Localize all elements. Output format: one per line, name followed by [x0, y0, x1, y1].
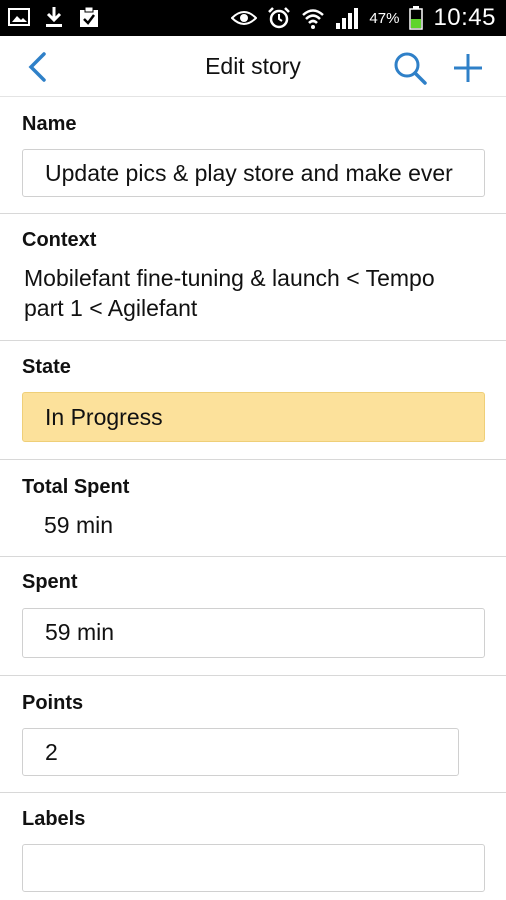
battery-icon — [409, 6, 424, 30]
search-button[interactable] — [392, 50, 428, 86]
status-bar: 47% 10:45 — [0, 0, 506, 36]
labels-label: Labels — [22, 808, 86, 830]
name-label: Name — [22, 113, 77, 135]
eye-icon — [231, 9, 258, 27]
state-label: State — [22, 356, 71, 378]
clipboard-check-icon — [78, 6, 100, 28]
spent-label: Spent — [22, 571, 78, 593]
gallery-icon — [8, 7, 30, 27]
action-bar: Edit story — [0, 36, 506, 97]
alarm-icon — [267, 6, 291, 30]
page-title: Edit story — [205, 53, 301, 79]
context-line-1: Mobilefant fine-tuning & launch < Tempo — [24, 265, 435, 291]
battery-percent: 47% — [369, 9, 400, 27]
total-spent-label: Total Spent — [22, 476, 130, 498]
search-icon — [394, 52, 427, 85]
context-label: Context — [22, 229, 97, 251]
state-selector[interactable]: In Progress — [22, 392, 485, 442]
name-section: Name Update pics & play store and make e… — [0, 97, 506, 214]
total-spent-value: 59 min — [44, 512, 114, 538]
wifi-icon — [301, 7, 325, 29]
context-section: Context Mobilefant fine-tuning & launch … — [0, 214, 506, 341]
labels-section: Labels — [0, 793, 506, 900]
add-button[interactable] — [450, 50, 486, 86]
clock-time: 10:45 — [433, 4, 496, 31]
spent-section: Spent 59 min — [0, 557, 506, 676]
points-section: Points 2 — [0, 676, 506, 793]
points-field[interactable]: 2 — [22, 728, 459, 776]
signal-icon — [335, 7, 359, 29]
points-label: Points — [22, 692, 84, 714]
context-line-2: part 1 < Agilefant — [24, 295, 198, 321]
state-section: State In Progress — [0, 341, 506, 460]
labels-field[interactable] — [22, 844, 485, 892]
plus-icon — [454, 54, 482, 82]
total-spent-section: Total Spent 59 min — [0, 460, 506, 557]
spent-field[interactable]: 59 min — [22, 608, 485, 658]
name-field[interactable]: Update pics & play store and make ever — [22, 149, 485, 197]
download-icon — [44, 6, 64, 28]
